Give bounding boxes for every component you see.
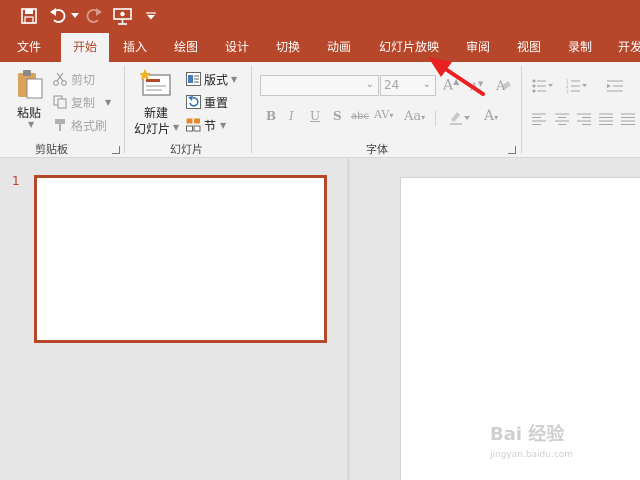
paste-button[interactable]: 粘贴 <box>17 104 41 121</box>
new-slide-dropdown-icon[interactable]: ▼ <box>173 123 179 132</box>
section-button[interactable]: 节 <box>204 117 216 134</box>
highlight-icon[interactable] <box>448 109 470 129</box>
present-icon[interactable] <box>112 5 134 27</box>
watermark-logo: Bai 经验 <box>490 424 565 445</box>
chevron-down-icon[interactable]: ⌄ <box>366 79 374 90</box>
new-slide-button[interactable]: 幻灯片 <box>134 120 170 137</box>
section-dropdown-icon[interactable]: ▼ <box>220 121 226 130</box>
distributed-icon[interactable] <box>621 110 635 129</box>
align-right-icon[interactable] <box>577 110 591 129</box>
underline-icon[interactable]: U <box>310 109 320 123</box>
save-icon[interactable] <box>18 5 40 27</box>
align-center-icon[interactable] <box>555 110 569 129</box>
tab-animations[interactable]: 动画 <box>316 33 362 62</box>
tab-draw[interactable]: 绘图 <box>163 33 209 62</box>
divider <box>435 110 436 126</box>
tab-record[interactable]: 录制 <box>557 33 603 62</box>
paste-dropdown-icon[interactable]: ▼ <box>28 120 34 129</box>
undo-dropdown-icon[interactable] <box>70 5 80 27</box>
tab-view[interactable]: 视图 <box>506 33 552 62</box>
strikethrough-button[interactable]: abc <box>351 111 369 122</box>
tab-developer[interactable]: 开发 <box>610 33 640 62</box>
bold-icon[interactable]: B <box>266 109 276 123</box>
copy-dropdown-icon[interactable]: ▼ <box>105 98 111 107</box>
slide-thumbnail[interactable] <box>34 175 327 343</box>
tab-design[interactable]: 设计 <box>214 33 260 62</box>
undo-icon[interactable] <box>48 5 70 27</box>
paste-icon[interactable] <box>16 68 44 104</box>
slide-number: 1 <box>12 174 20 188</box>
group-separator <box>521 66 522 154</box>
numbering-icon[interactable]: 123 <box>566 78 588 97</box>
character-spacing-icon[interactable]: AV▾ <box>374 108 393 121</box>
slides-group-label: 幻灯片 <box>170 143 203 156</box>
copy-icon[interactable] <box>53 94 67 113</box>
svg-text:3: 3 <box>566 89 569 93</box>
align-left-icon[interactable] <box>532 110 546 129</box>
reset-icon[interactable] <box>186 94 201 113</box>
customize-icon[interactable] <box>144 5 158 27</box>
shadow-icon[interactable]: S <box>333 109 342 123</box>
layout-button[interactable]: 版式 <box>204 71 228 88</box>
ribbon: 粘贴 ▼ 剪切 复制 ▼ 格式刷 剪贴板 新建 幻灯片 ▼ 版式 ▼ 重置 节 … <box>0 62 640 158</box>
tab-file[interactable]: 文件 <box>6 33 52 62</box>
tab-home[interactable]: 开始 <box>61 33 109 62</box>
redo-icon[interactable] <box>84 5 104 27</box>
font-color-icon[interactable]: A▾ <box>484 108 498 124</box>
chevron-down-icon[interactable]: ⌄ <box>423 79 431 90</box>
clear-formatting-icon[interactable]: A <box>495 77 511 97</box>
clipboard-group-label: 剪贴板 <box>35 143 68 156</box>
font-size-combobox[interactable]: 24 ⌄ <box>380 75 436 96</box>
cut-icon[interactable] <box>53 71 67 90</box>
change-case-icon[interactable]: Aa▾ <box>404 109 425 124</box>
copy-button[interactable]: 复制 <box>71 94 95 111</box>
ribbon-tabs: 文件 开始 插入 绘图 设计 切换 动画 幻灯片放映 审阅 视图 录制 开发 <box>0 33 640 62</box>
format-painter-button[interactable]: 格式刷 <box>71 117 107 134</box>
increase-font-size-icon[interactable]: A▲ <box>443 77 459 94</box>
tab-review[interactable]: 审阅 <box>455 33 501 62</box>
tab-insert[interactable]: 插入 <box>112 33 158 62</box>
font-name-combobox[interactable]: ⌄ <box>260 75 379 96</box>
group-separator <box>124 66 125 154</box>
group-separator <box>251 66 252 154</box>
new-slide-label[interactable]: 新建 <box>144 104 168 121</box>
indent-icon[interactable] <box>607 78 623 97</box>
clipboard-launcher-icon[interactable] <box>112 146 120 154</box>
layout-icon[interactable] <box>186 71 201 90</box>
font-launcher-icon[interactable] <box>508 146 516 154</box>
quick-access-toolbar <box>0 0 640 33</box>
section-icon[interactable] <box>186 117 201 136</box>
cut-button[interactable]: 剪切 <box>71 71 95 88</box>
justify-icon[interactable] <box>599 110 613 129</box>
bullets-icon[interactable] <box>532 78 554 97</box>
font-group-label: 字体 <box>366 143 388 156</box>
italic-icon[interactable]: I <box>289 109 294 123</box>
reset-button[interactable]: 重置 <box>204 94 228 111</box>
format-painter-icon[interactable] <box>53 117 67 136</box>
decrease-font-size-icon[interactable]: A▼ <box>470 80 483 94</box>
watermark-url: jingyan.baidu.com <box>490 450 574 460</box>
layout-dropdown-icon[interactable]: ▼ <box>231 75 237 84</box>
new-slide-icon[interactable] <box>139 69 172 101</box>
tab-slide-show[interactable]: 幻灯片放映 <box>371 33 447 62</box>
tab-transitions[interactable]: 切换 <box>265 33 311 62</box>
font-size-value: 24 <box>384 78 400 92</box>
